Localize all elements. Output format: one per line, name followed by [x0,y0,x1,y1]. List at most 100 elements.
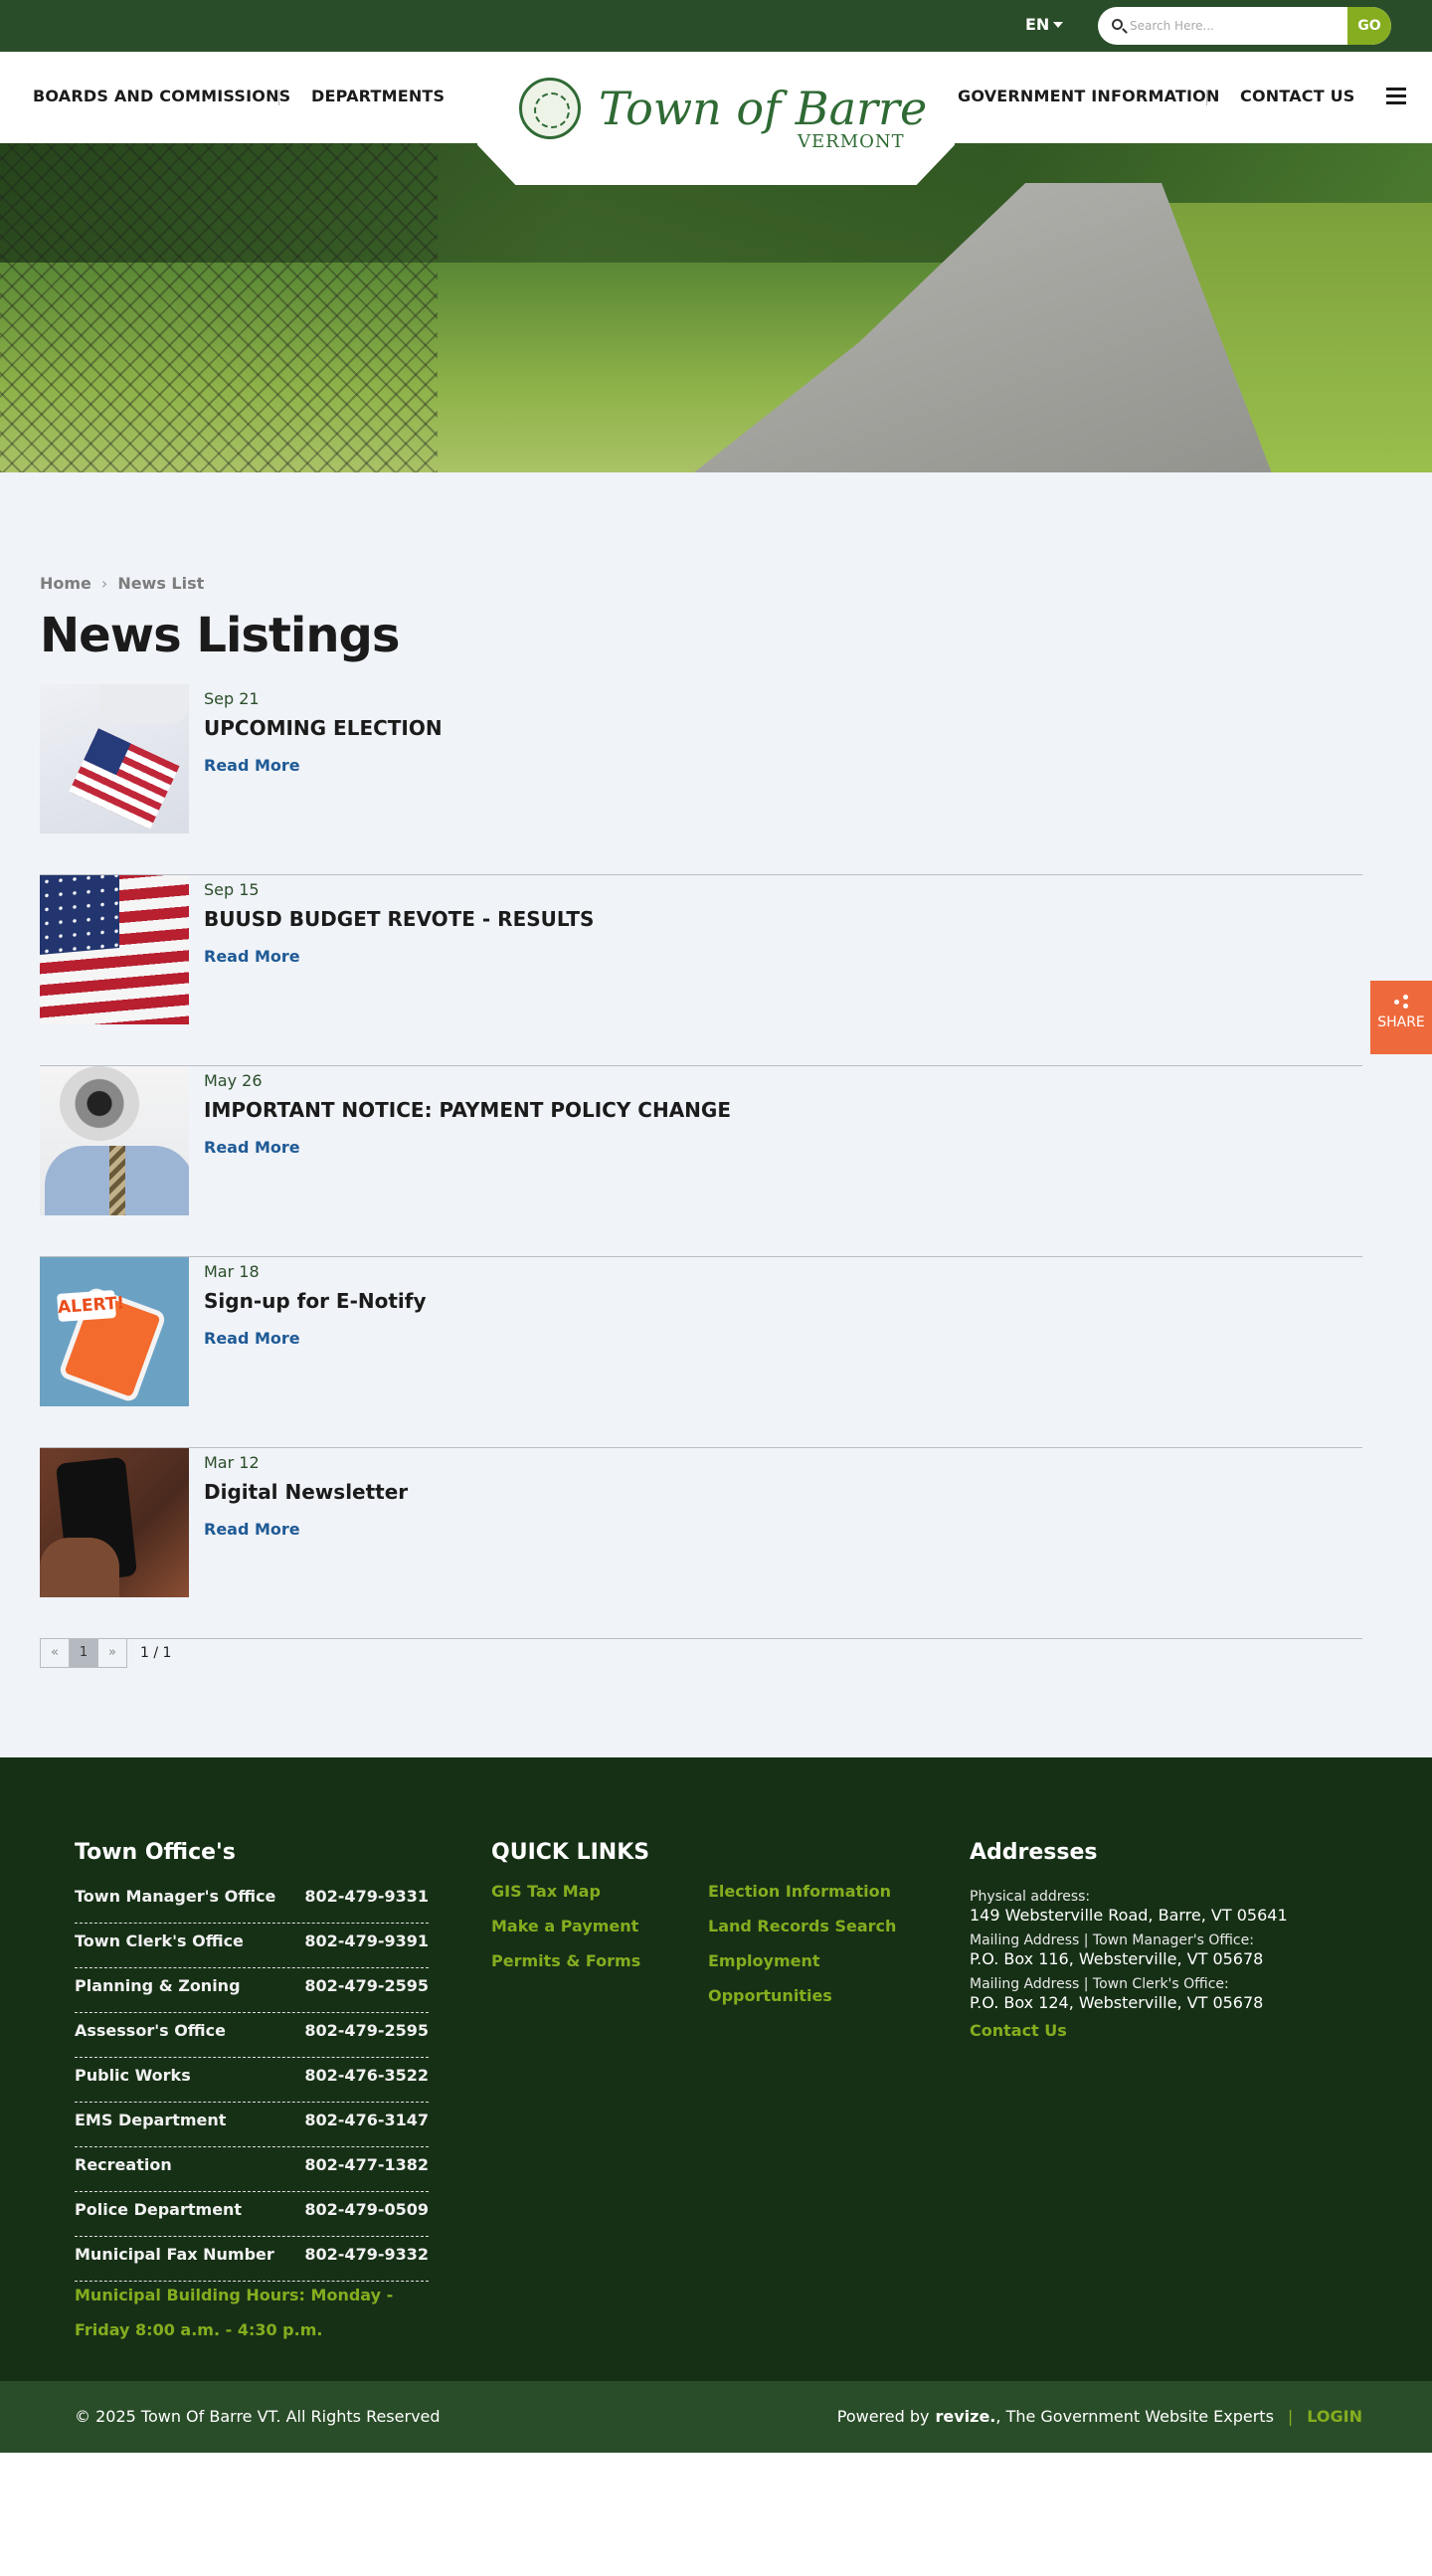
quick-link-gis-tax-map[interactable]: GIS Tax Map [491,1874,640,1909]
fence-graphic [0,143,438,472]
breadcrumb: Home › News List [40,574,204,593]
breadcrumb-home[interactable]: Home [40,574,91,593]
office-phone[interactable]: 802-479-2595 [304,2021,429,2057]
office-phone[interactable]: 802-479-2595 [304,1976,429,2012]
site-logo[interactable]: Town of Barre VERMONT [477,52,955,185]
share-label: SHARE [1377,1014,1425,1030]
nav-government-information[interactable]: GOVERNMENT INFORMATION [958,87,1220,105]
office-phone[interactable]: 802-479-0509 [304,2200,429,2236]
quick-link-permits-forms[interactable]: Permits & Forms [491,1943,640,1978]
office-name: Police Department [75,2200,243,2219]
flag-icon [69,728,180,829]
news-title[interactable]: BUUSD BUDGET REVOTE - RESULTS [204,907,594,931]
office-row[interactable]: Town Manager's Office 802-479-9331 [75,1879,429,1924]
bottom-bar: © 2025 Town Of Barre VT. All Rights Rese… [0,2381,1432,2453]
read-more-link[interactable]: Read More [204,1329,300,1348]
quick-links-col-1: GIS Tax Map Make a Payment Permits & For… [491,1874,640,1978]
office-row[interactable]: EMS Department 802-476-3147 [75,2103,429,2147]
news-thumbnail-alert[interactable]: ALERT! [40,1257,189,1406]
menu-icon[interactable] [1386,88,1406,105]
nav-contact-us[interactable]: CONTACT US [1240,87,1355,105]
quick-link-opportunities[interactable]: Opportunities [708,1978,896,2013]
office-row[interactable]: Recreation 802-477-1382 [75,2147,429,2192]
language-selector[interactable]: EN [1025,15,1064,34]
powered-prefix: Powered by [836,2407,930,2426]
news-thumbnail-megaphone[interactable] [40,1066,189,1215]
office-phone[interactable]: 802-477-1382 [304,2155,429,2191]
logo-town-name: Town of Barre [599,82,928,135]
address-value: P.O. Box 116, Websterville, VT 05678 [970,1949,1264,1968]
office-row[interactable]: Planning & Zoning 802-479-2595 [75,1968,429,2013]
office-row[interactable]: Municipal Fax Number 802-479-9332 [75,2237,429,2282]
revize-brand-link[interactable]: revize. [935,2407,995,2426]
language-label: EN [1025,15,1050,34]
office-phone-list: Town Manager's Office 802-479-9331 Town C… [75,1879,429,2282]
share-button[interactable]: SHARE [1370,981,1432,1054]
footer-addresses-heading: Addresses [970,1840,1098,1865]
footer-quick-links-heading: QUICK LINKS [491,1840,650,1865]
office-phone[interactable]: 802-476-3522 [304,2066,429,2102]
news-title[interactable]: Digital Newsletter [204,1480,408,1504]
nav-boards-and-commissions[interactable]: BOARDS AND COMMISSIONS [33,87,290,105]
quick-link-election-information[interactable]: Election Information [708,1874,896,1909]
news-date: May 26 [204,1071,263,1090]
pagination-prev-button[interactable]: « [40,1638,70,1668]
news-thumbnail-flag[interactable] [40,875,189,1024]
pagination-info: 1 / 1 [140,1645,172,1661]
pagination-next-button[interactable]: » [97,1638,127,1668]
nav-departments[interactable]: DEPARTMENTS [311,87,445,105]
powered-suffix: , The Government Website Experts [995,2407,1274,2426]
office-name: Public Works [75,2066,191,2085]
breadcrumb-current: News List [117,574,205,593]
news-item: Mar 12 Digital Newsletter Read More [40,1448,1362,1639]
news-item: Sep 21 UPCOMING ELECTION Read More [40,684,1362,875]
news-thumbnail-election[interactable] [40,684,189,833]
footer-contact-us-link[interactable]: Contact Us [970,2021,1367,2040]
office-name: Recreation [75,2155,172,2174]
office-phone[interactable]: 802-479-9332 [304,2245,429,2281]
pagination-page-1[interactable]: 1 [69,1638,98,1668]
footer-offices-heading: Town Office's [75,1840,236,1865]
page-title: News Listings [40,608,400,663]
office-row[interactable]: Town Clerk's Office 802-479-9391 [75,1924,429,1968]
office-name: Assessor's Office [75,2021,226,2040]
address-value: P.O. Box 124, Websterville, VT 05678 [970,1993,1264,2012]
office-name: Town Manager's Office [75,1887,276,1906]
office-phone[interactable]: 802-479-9331 [304,1887,429,1923]
quick-link-make-a-payment[interactable]: Make a Payment [491,1909,640,1943]
search-input[interactable] [1130,7,1339,45]
search-go-button[interactable]: GO [1347,7,1391,45]
office-row[interactable]: Public Works 802-476-3522 [75,2058,429,2103]
news-title[interactable]: Sign-up for E-Notify [204,1289,427,1313]
quick-links-col-2: Election Information Land Records Search… [708,1874,896,2013]
nav-divider [278,90,279,105]
flag-icon [40,875,119,955]
office-row[interactable]: Assessor's Office 802-479-2595 [75,2013,429,2058]
site-footer: Town Office's Town Manager's Office 802-4… [0,1757,1432,2381]
read-more-link[interactable]: Read More [204,1520,300,1539]
office-phone[interactable]: 802-479-9391 [304,1932,429,1967]
town-seal-icon [519,78,581,139]
divider: | [1287,2407,1294,2426]
address-label: Mailing Address | Town Clerk's Office: [970,1976,1229,1992]
quick-link-land-records-search[interactable]: Land Records Search [708,1909,896,1943]
office-name: Planning & Zoning [75,1976,241,1995]
quick-link-employment[interactable]: Employment [708,1943,896,1978]
login-link[interactable]: LOGIN [1307,2407,1362,2426]
news-item: May 26 IMPORTANT NOTICE: PAYMENT POLICY … [40,1066,1362,1257]
news-title[interactable]: IMPORTANT NOTICE: PAYMENT POLICY CHANGE [204,1098,731,1122]
megaphone-icon [60,1066,139,1141]
search-icon [1112,19,1123,30]
read-more-link[interactable]: Read More [204,947,300,966]
share-icon [1394,995,1408,1009]
logo-state-name: VERMONT [798,131,905,152]
news-title[interactable]: UPCOMING ELECTION [204,716,443,740]
office-phone[interactable]: 802-476-3147 [304,2111,429,2146]
read-more-link[interactable]: Read More [204,756,300,775]
news-thumbnail-phone[interactable] [40,1448,189,1597]
copyright-text: © 2025 Town Of Barre VT. All Rights Rese… [75,2407,441,2426]
office-row[interactable]: Police Department 802-479-0509 [75,2192,429,2237]
read-more-link[interactable]: Read More [204,1138,300,1157]
caret-down-icon [1053,21,1064,28]
address-label: Mailing Address | Town Manager's Office: [970,1932,1254,1948]
